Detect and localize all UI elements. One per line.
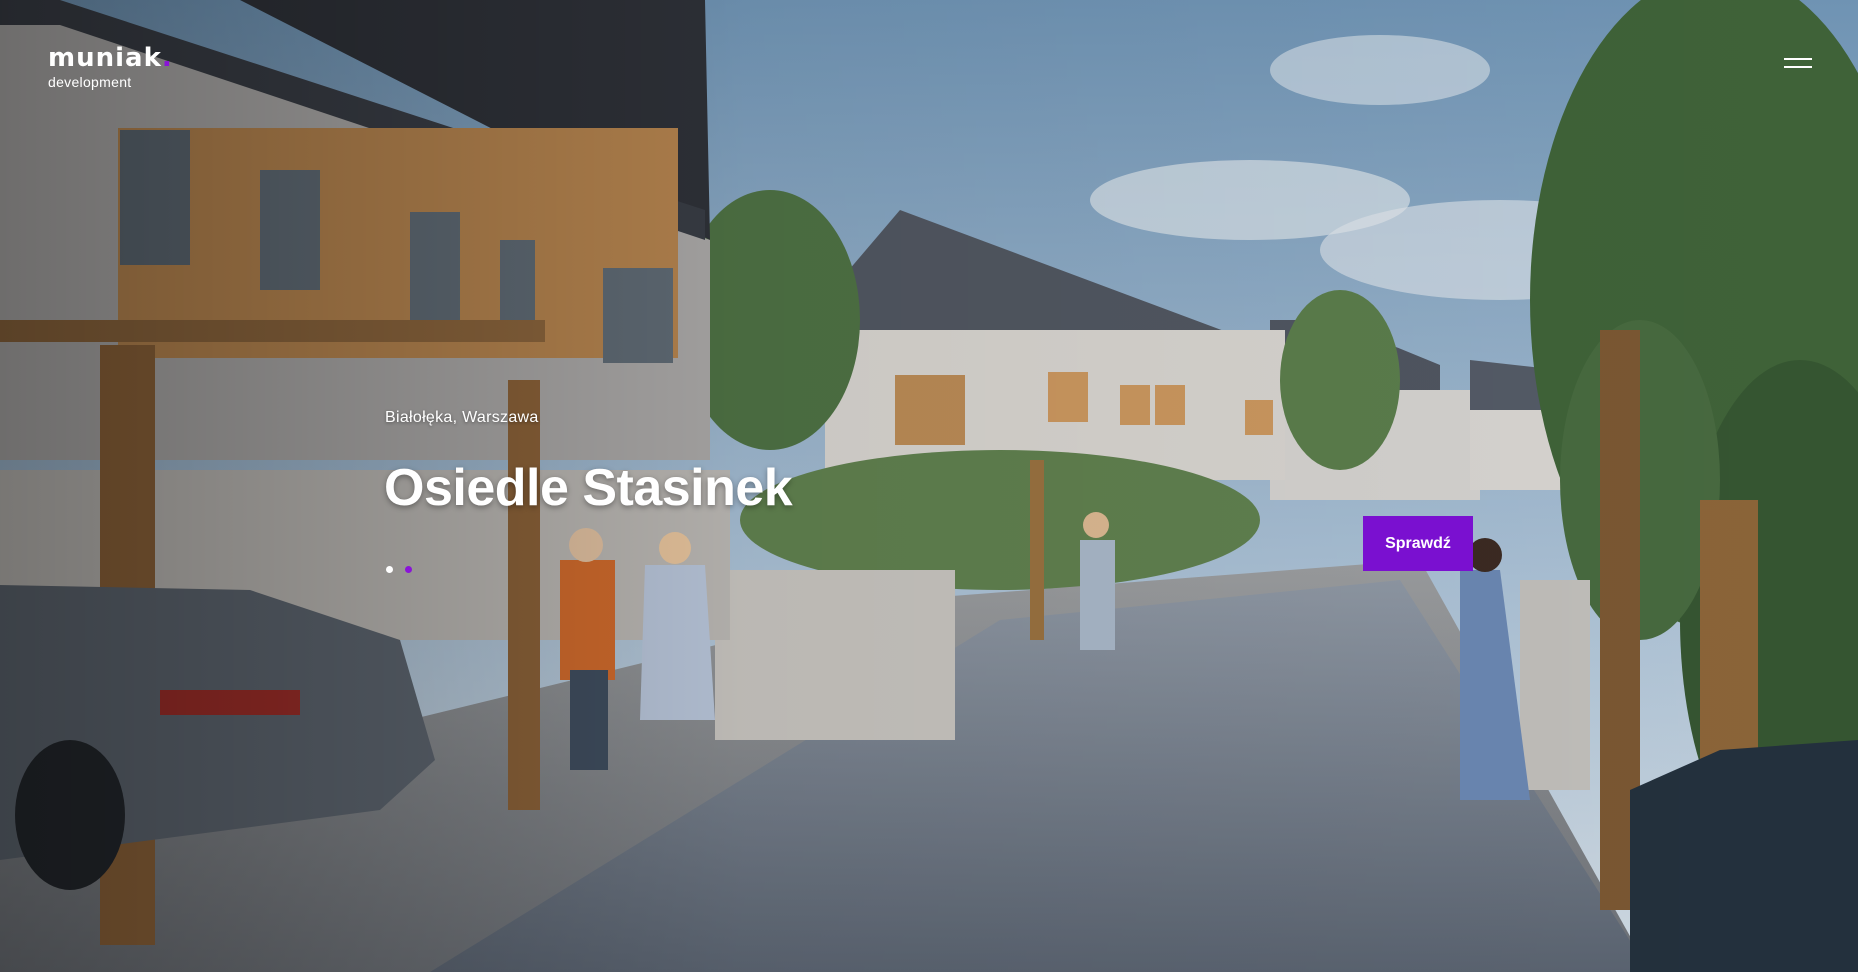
logo-wordmark: muniak. <box>48 43 173 73</box>
menu-bar-middle <box>1784 66 1812 68</box>
hamburger-menu-icon[interactable] <box>1784 58 1814 78</box>
hero-title: Osiedle Stasinek <box>384 459 793 517</box>
check-button[interactable]: Sprawdź <box>1363 516 1473 571</box>
hero-location: Białołęka, Warszawa <box>385 409 539 426</box>
slider-dot-2-active[interactable] <box>405 566 413 573</box>
muniak-logo[interactable]: muniak. development <box>48 43 173 90</box>
menu-bar-top <box>1784 58 1812 60</box>
logo-subtitle: development <box>48 74 132 90</box>
logo-dot: . <box>161 43 173 73</box>
hero-background <box>0 0 1858 972</box>
logo-text: muniak <box>48 43 162 73</box>
slider-pagination <box>386 560 420 578</box>
hero-render-illustration <box>0 0 1858 972</box>
slider-dot-1[interactable] <box>386 566 393 573</box>
